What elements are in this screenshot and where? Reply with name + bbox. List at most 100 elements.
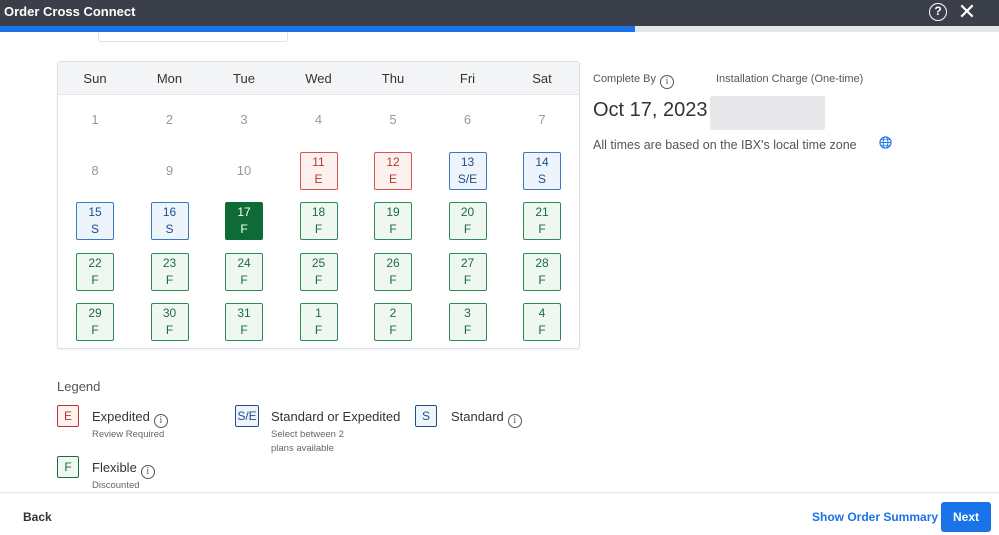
calendar-day-cell[interactable]: 2F [356, 297, 430, 347]
calendar-day-option[interactable]: 21 F [523, 202, 561, 240]
info-icon[interactable]: i [507, 414, 522, 428]
calendar-day-cell[interactable]: 22 F [58, 247, 132, 297]
calendar-day-plan-code: S/E [457, 171, 478, 186]
legend-label-flexible: Flexible i [92, 460, 155, 479]
info-icon[interactable]: i [659, 75, 674, 89]
calendar-day-number: 21 [535, 205, 549, 219]
day-of-week-thu: Thu [381, 71, 405, 86]
calendar-day-number: 30 [162, 306, 177, 320]
calendar-day-option[interactable]: 2F [374, 303, 412, 341]
calendar-day-cell[interactable]: 21 F [505, 196, 579, 246]
legend-label-standard: Standard i [451, 409, 522, 428]
calendar-day-option[interactable]: 11 E [299, 151, 338, 190]
footer-bar: Back Show Order Summary Next [0, 492, 999, 535]
calendar-day-option[interactable]: 22 F [76, 252, 114, 291]
calendar-day-option[interactable]: 31 F [225, 303, 263, 341]
calendar-day-number: 10 [236, 162, 252, 178]
calendar-day-plan-code: F [389, 272, 397, 287]
calendar-day-plan-code: E [314, 171, 323, 186]
calendar-day-option[interactable]: 4F [523, 303, 561, 341]
title-bar: Order Cross Connect ? ✕ [0, 0, 999, 26]
calendar-day-option[interactable]: 27 F [448, 252, 487, 291]
calendar-day-plan-code: F [314, 323, 323, 337]
calendar-day-option[interactable]: 19 F [374, 202, 412, 240]
calendar-day-cell[interactable]: 23 F [133, 247, 207, 297]
calendar-day-option[interactable]: 23 F [150, 252, 189, 291]
calendar-day-cell[interactable]: 16 S [133, 196, 207, 246]
calendar-day-option[interactable]: 25 F [299, 252, 338, 291]
legend-swatch-standard: S [415, 405, 437, 427]
calendar-day-cell[interactable]: 4F [505, 297, 579, 347]
progress-bar-fill [0, 26, 636, 32]
calendar-day-option[interactable]: 26 F [374, 252, 412, 291]
legend-label-expedited-text: Expedited [92, 409, 150, 424]
calendar-day-cell[interactable]: 15 S [58, 196, 132, 246]
show-order-summary-link[interactable]: Show Order Summary [812, 510, 938, 524]
calendar-day-option[interactable]: 18 F [299, 202, 338, 240]
calendar-day-cell: 7 [505, 95, 579, 145]
calendar-day-cell[interactable]: 14 S [505, 146, 579, 196]
calendar-day-cell[interactable]: 17 F [207, 196, 281, 246]
calendar-day-cell: 6 [431, 95, 505, 145]
complete-by-label-wrap: Complete By i [593, 73, 674, 89]
next-button[interactable]: Next [941, 502, 991, 532]
window-title: Order Cross Connect [4, 4, 136, 19]
calendar-day-number: 8 [91, 162, 99, 178]
calendar-day-number: 11 [312, 154, 325, 169]
help-icon[interactable]: ? [929, 3, 947, 21]
calendar-day-cell[interactable]: 24 F [207, 247, 281, 297]
calendar-day-selected[interactable]: 17 F [225, 202, 263, 240]
calendar-day-cell[interactable]: 19 F [356, 196, 430, 246]
calendar-day-cell[interactable]: 26 F [356, 247, 430, 297]
partial-field [98, 32, 288, 42]
calendar-day-option[interactable]: 13 S/E [448, 151, 487, 190]
complete-by-label: Complete By [593, 73, 656, 85]
redacted-charge-value [710, 96, 825, 130]
calendar-day-option[interactable]: 28 F [523, 252, 561, 291]
info-icon[interactable]: i [153, 414, 168, 428]
calendar-day-cell[interactable]: 13 S/E [431, 146, 505, 196]
day-of-week-sat: Sat [532, 71, 552, 86]
calendar-day-cell[interactable]: 11 E [282, 146, 356, 196]
calendar-day-option[interactable]: 16 S [150, 202, 189, 240]
calendar-day-plan-code: F [389, 323, 397, 337]
info-icon[interactable]: i [140, 465, 155, 479]
calendar-day-option[interactable]: 30 F [150, 303, 189, 341]
calendar-day-plan-code: E [388, 171, 397, 186]
globe-icon[interactable] [879, 136, 892, 149]
calendar-day-cell: 8 [58, 146, 132, 196]
calendar-day-option[interactable]: 20 F [448, 202, 487, 240]
calendar-day-cell[interactable]: 27 F [431, 247, 505, 297]
back-button[interactable]: Back [23, 510, 52, 524]
calendar-day-option[interactable]: 15 S [76, 202, 114, 240]
legend-label-standard-text: Standard [451, 409, 504, 424]
calendar-day-cell[interactable]: 1F [282, 297, 356, 347]
calendar-day-cell: 1 [58, 95, 132, 145]
calendar-day-option[interactable]: 29 F [76, 303, 114, 341]
calendar-day-plan-code: F [538, 272, 546, 287]
calendar-day-cell[interactable]: 31 F [207, 297, 281, 347]
close-icon[interactable]: ✕ [957, 1, 977, 23]
calendar-day-option[interactable]: 14 S [523, 151, 561, 190]
calendar-day-option[interactable]: 1F [299, 303, 338, 341]
calendar-day-option[interactable]: 12 E [374, 151, 412, 190]
calendar-day-cell[interactable]: 3F [431, 297, 505, 347]
calendar-day-number: 2 [389, 306, 397, 320]
calendar-day-cell[interactable]: 20 F [431, 196, 505, 246]
calendar-day-cell[interactable]: 28 F [505, 247, 579, 297]
calendar-day-number: 31 [237, 306, 251, 320]
calendar-day-cell[interactable]: 25 F [282, 247, 356, 297]
calendar-day-plan-code: F [314, 222, 323, 236]
day-of-week-wed: Wed [305, 71, 332, 86]
calendar-day-option[interactable]: 24 F [225, 252, 263, 291]
calendar-day-cell[interactable]: 18 F [282, 196, 356, 246]
calendar-day-cell[interactable]: 30 F [133, 297, 207, 347]
calendar-day-number: 15 [88, 205, 102, 219]
calendar-day-number: 13 [460, 154, 475, 169]
calendar-day-cell: 10 [207, 146, 281, 196]
calendar-day-cell[interactable]: 29 F [58, 297, 132, 347]
calendar-day-number: 20 [460, 205, 475, 219]
calendar-day-option[interactable]: 3F [448, 303, 487, 341]
legend-swatch-flexible: F [57, 456, 79, 478]
calendar-day-cell[interactable]: 12 E [356, 146, 430, 196]
